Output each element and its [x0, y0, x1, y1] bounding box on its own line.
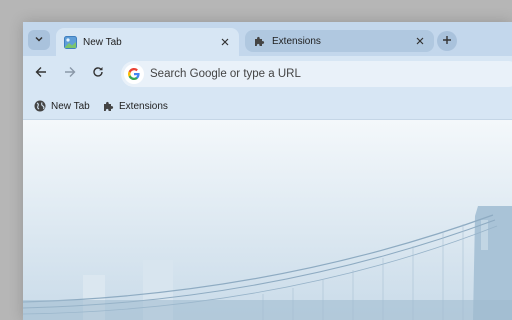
globe-icon: [33, 100, 46, 113]
reload-button[interactable]: [88, 64, 108, 84]
chevron-down-icon: [34, 31, 44, 49]
arrow-left-icon: [35, 65, 47, 83]
reload-icon: [92, 65, 104, 83]
omnibox-placeholder: Search Google or type a URL: [150, 68, 301, 80]
browser-window: New Tab Extensions Search Google or type…: [23, 22, 512, 320]
toolbar: Search Google or type a URL: [23, 56, 512, 92]
bookmark-label: Extensions: [119, 100, 168, 112]
background-photo: [23, 120, 512, 320]
tab-title: Extensions: [272, 35, 321, 47]
puzzle-icon: [101, 100, 114, 113]
close-icon[interactable]: [217, 34, 233, 50]
plus-icon: [442, 32, 452, 50]
bookmark-extensions[interactable]: Extensions: [101, 98, 168, 114]
forward-button[interactable]: [60, 64, 80, 84]
new-tab-page-icon: [63, 35, 77, 49]
bookmark-new-tab[interactable]: New Tab: [33, 98, 90, 114]
google-icon: [124, 64, 144, 84]
new-tab-page: [23, 120, 512, 320]
omnibox[interactable]: Search Google or type a URL: [121, 61, 512, 87]
close-icon[interactable]: [412, 33, 428, 49]
tab-new-tab[interactable]: New Tab: [56, 28, 239, 56]
tab-strip: New Tab Extensions: [23, 22, 512, 56]
new-tab-button[interactable]: [437, 31, 457, 51]
bookmark-label: New Tab: [51, 100, 90, 112]
bookmarks-bar: New Tab Extensions: [23, 92, 512, 120]
puzzle-icon: [252, 34, 266, 48]
back-button[interactable]: [31, 64, 51, 84]
tab-title: New Tab: [83, 36, 122, 48]
arrow-right-icon: [64, 65, 76, 83]
tab-search-button[interactable]: [28, 30, 50, 50]
tab-extensions[interactable]: Extensions: [245, 30, 434, 52]
